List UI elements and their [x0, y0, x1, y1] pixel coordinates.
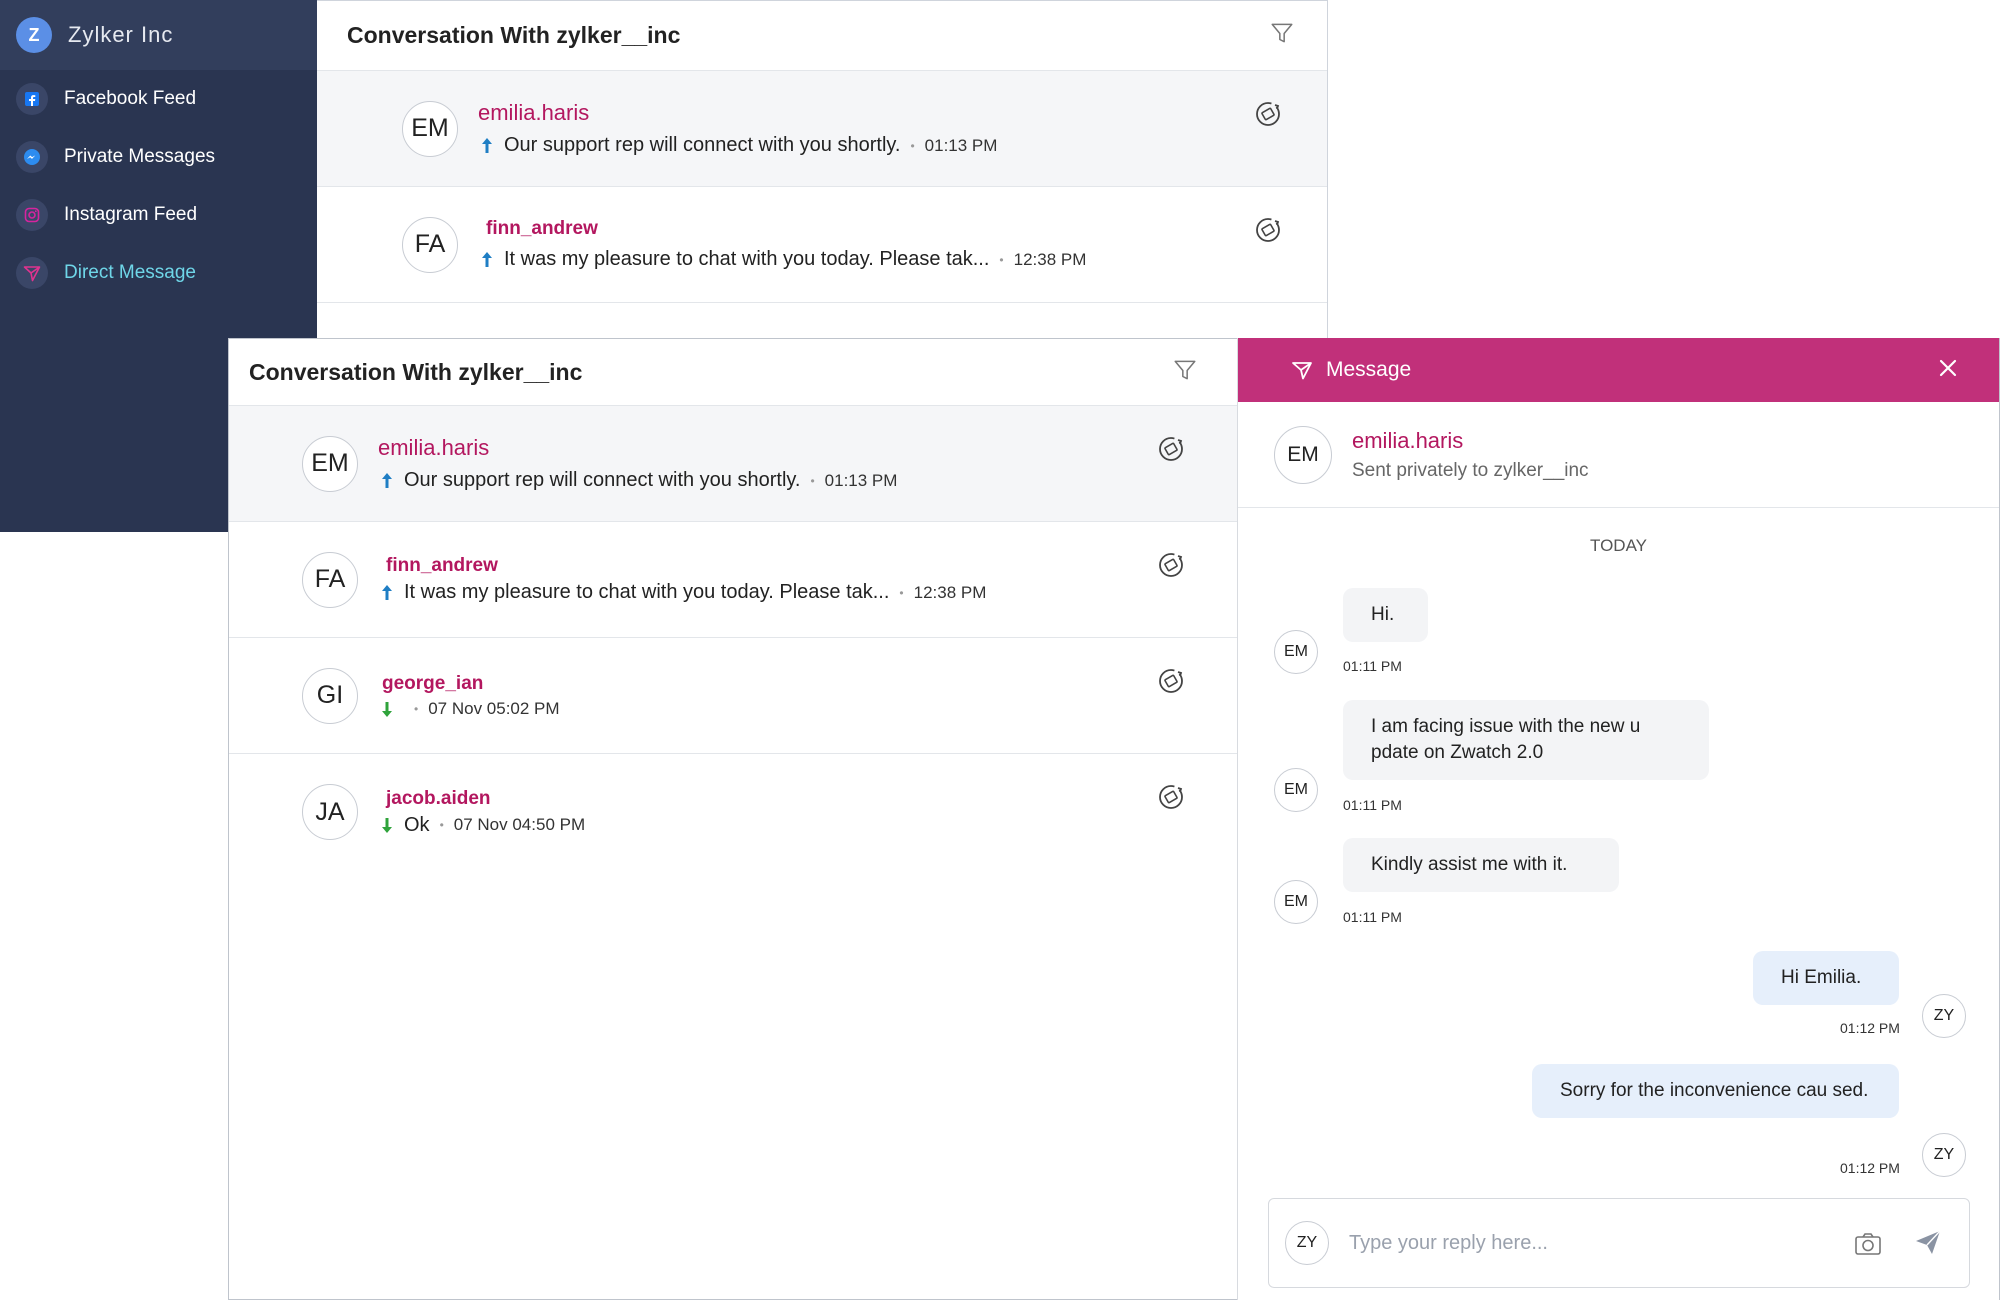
incoming-arrow-icon — [382, 701, 392, 717]
message-time: 01:11 PM — [1343, 909, 1402, 925]
outgoing-arrow-icon — [482, 251, 492, 267]
message-header-title: Message — [1326, 358, 1412, 381]
sidebar-item-label: Facebook Feed — [64, 88, 197, 109]
conversation-row[interactable]: FA finn_andrew It was my pleasure to cha… — [229, 522, 1238, 638]
message-bubble: Kindly assist me with it. — [1343, 838, 1619, 892]
sidebar-item-private-messages[interactable]: Private Messages — [0, 128, 317, 186]
conversation-name: finn_andrew — [486, 218, 598, 239]
message-bubble: Hi. — [1343, 588, 1428, 642]
message-time: 01:11 PM — [1343, 797, 1402, 813]
conversation-name: emilia.haris — [378, 435, 490, 460]
camera-icon[interactable] — [1853, 1229, 1883, 1264]
avatar: GI — [302, 667, 358, 724]
conversation-name: jacob.aiden — [386, 787, 491, 809]
conversation-row[interactable]: EM emilia.haris Our support rep will con… — [229, 406, 1238, 522]
contact-bar: EM emilia.haris Sent privately to zylker… — [1238, 402, 1999, 508]
convert-ticket-icon[interactable] — [1156, 550, 1186, 580]
conversation-row[interactable]: FA finn_andrew It was my pleasure to cha… — [317, 187, 1327, 303]
avatar: EM — [302, 435, 358, 492]
avatar: ZY — [1922, 994, 1966, 1038]
instagram-icon — [16, 199, 48, 231]
avatar: EM — [402, 100, 458, 157]
conversation-row[interactable]: JA jacob.aiden Ok • 07 Nov 04:50 PM — [229, 754, 1238, 870]
conversation-row[interactable]: GI george_ian • 07 Nov 05:02 PM — [229, 638, 1238, 754]
convert-ticket-icon[interactable] — [1156, 782, 1186, 812]
message-time: 01:12 PM — [1840, 1020, 1900, 1036]
conversation-time: 07 Nov 05:02 PM — [428, 698, 560, 718]
filter-icon[interactable] — [1269, 20, 1295, 51]
brand-logo: Z — [16, 17, 52, 53]
message-bubble: I am facing issue with the new u pdate o… — [1343, 700, 1709, 780]
message-bubble: Hi Emilia. — [1753, 951, 1899, 1005]
convert-ticket-icon[interactable] — [1253, 99, 1283, 129]
sidebar-item-label: Private Messages — [64, 146, 216, 167]
message-panel: Message EM emilia.haris Sent privately t… — [1237, 338, 2000, 1300]
avatar: EM — [1274, 768, 1318, 812]
outgoing-arrow-icon — [382, 472, 392, 488]
conversation-time: 12:38 PM — [1013, 249, 1087, 269]
avatar: ZY — [1922, 1133, 1966, 1177]
conversation-time: 01:13 PM — [924, 135, 998, 155]
day-label: TODAY — [1590, 536, 1647, 555]
avatar: FA — [402, 216, 458, 273]
conversation-time: 07 Nov 04:50 PM — [453, 815, 586, 834]
avatar: EM — [1274, 880, 1318, 924]
outgoing-arrow-icon — [482, 137, 492, 153]
message-time: 01:11 PM — [1343, 658, 1402, 674]
conversation-name: finn_andrew — [386, 555, 498, 576]
incoming-arrow-icon — [382, 818, 392, 833]
sidebar-item-label: Instagram Feed — [64, 204, 198, 225]
page-title: Conversation With zylker__inc — [249, 358, 583, 385]
message-header: Message — [1238, 338, 1999, 402]
sidebar-item-instagram-feed[interactable]: Instagram Feed — [0, 186, 317, 244]
avatar: ZY — [1285, 1221, 1329, 1265]
conversation-preview: Ok — [404, 813, 430, 836]
page-title: Conversation With zylker__inc — [347, 22, 681, 48]
convert-ticket-icon[interactable] — [1156, 434, 1186, 464]
send-icon[interactable] — [1913, 1227, 1943, 1262]
direct-message-icon — [16, 257, 48, 289]
conversation-name: george_ian — [382, 672, 484, 694]
reply-composer: ZY — [1268, 1198, 1970, 1288]
avatar: EM — [1274, 425, 1332, 484]
conversation-row[interactable]: EM emilia.haris Our support rep will con… — [317, 71, 1327, 187]
sidebar-item-direct-message[interactable]: Direct Message — [0, 244, 317, 302]
convert-ticket-icon[interactable] — [1253, 215, 1283, 245]
panel-header: Conversation With zylker__inc — [317, 1, 1327, 71]
filter-icon[interactable] — [1172, 357, 1198, 388]
front-conversation-panel: Conversation With zylker__inc EM emilia.… — [228, 338, 1238, 1300]
brand-name: Zylker Inc — [68, 22, 174, 47]
reply-input[interactable] — [1349, 1231, 1849, 1255]
conversation-preview: Our support rep will connect with you sh… — [404, 469, 801, 491]
message-bubble: Sorry for the inconvenience cau sed. — [1532, 1064, 1899, 1118]
facebook-icon — [16, 83, 48, 115]
outgoing-arrow-icon — [382, 584, 392, 600]
avatar: EM — [1274, 630, 1318, 674]
contact-name[interactable]: emilia.haris — [1352, 428, 1589, 454]
contact-subtitle: Sent privately to zylker__inc — [1352, 459, 1589, 481]
conversation-time: 12:38 PM — [913, 582, 987, 602]
chat-thread[interactable]: TODAY EM Hi. 01:11 PM EM I am facing iss… — [1238, 508, 1999, 1178]
message-time: 01:12 PM — [1840, 1160, 1900, 1176]
panel-header: Conversation With zylker__inc — [229, 339, 1238, 406]
conversation-preview: Our support rep will connect with you sh… — [504, 134, 901, 156]
convert-ticket-icon[interactable] — [1156, 666, 1186, 696]
close-icon[interactable] — [1937, 357, 1959, 384]
direct-message-icon — [1292, 362, 1312, 380]
sidebar-item-label: Direct Message — [64, 262, 196, 283]
conversation-name: emilia.haris — [478, 100, 590, 125]
conversation-preview: It was my pleasure to chat with you toda… — [404, 581, 890, 603]
brand[interactable]: Z Zylker Inc — [0, 0, 317, 70]
avatar: FA — [302, 551, 358, 608]
back-conversation-panel: Conversation With zylker__inc EM emilia.… — [317, 0, 1328, 340]
messenger-icon — [16, 141, 48, 173]
conversation-time: 01:13 PM — [824, 470, 898, 490]
sidebar-item-facebook-feed[interactable]: Facebook Feed — [0, 70, 317, 128]
avatar: JA — [302, 784, 358, 840]
conversation-preview: It was my pleasure to chat with you toda… — [504, 248, 990, 270]
